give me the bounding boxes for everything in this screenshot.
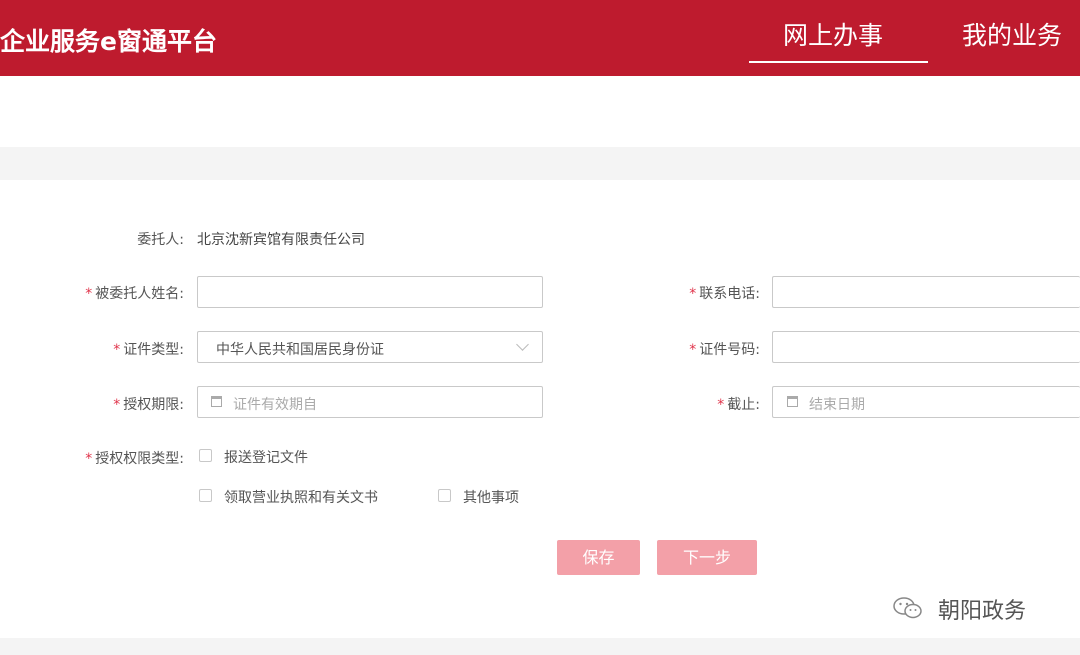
scope-option-other[interactable]: 其他事项 xyxy=(463,487,519,507)
period-label-text: 授权期限: xyxy=(123,397,184,413)
watermark-text: 朝阳政务 xyxy=(938,599,1027,624)
next-step-button[interactable]: 下一步 xyxy=(657,540,757,575)
required-mark: * xyxy=(85,451,93,467)
id-number-label: * 证件号码: xyxy=(640,339,760,359)
scope-option-collect-license[interactable]: 领取营业执照和有关文书 xyxy=(224,487,378,507)
scope-option-submit-docs[interactable]: 报送登记文件 xyxy=(224,447,308,467)
chevron-down-icon xyxy=(516,338,529,351)
required-mark: * xyxy=(689,342,697,358)
scope-checkbox-other[interactable] xyxy=(438,489,451,502)
calendar-icon xyxy=(787,396,798,407)
section-divider xyxy=(0,147,1080,180)
phone-label-text: 联系电话: xyxy=(699,286,760,302)
wechat-icon xyxy=(893,597,922,619)
principal-value: 北京沈新宾馆有限责任公司 xyxy=(197,232,365,248)
period-label: * 授权期限: xyxy=(60,394,184,414)
agent-name-label: * 被委托人姓名: xyxy=(40,283,184,303)
until-label-text: 截止: xyxy=(727,397,760,413)
scope-checkbox-submit-docs[interactable] xyxy=(199,449,212,462)
agent-name-label-text: 被委托人姓名: xyxy=(95,286,184,302)
phone-label: * 联系电话: xyxy=(640,283,760,303)
required-mark: * xyxy=(689,286,697,302)
scope-label-text: 授权权限类型: xyxy=(95,451,184,467)
agent-name-input[interactable] xyxy=(197,276,543,308)
id-number-label-text: 证件号码: xyxy=(699,342,760,358)
id-type-label: * 证件类型: xyxy=(60,339,184,359)
required-mark: * xyxy=(717,397,725,413)
until-label: * 截止: xyxy=(640,394,760,414)
calendar-icon xyxy=(211,396,222,407)
id-number-input[interactable] xyxy=(772,331,1080,363)
scope-checkbox-collect-license[interactable] xyxy=(199,489,212,502)
nav-online-service[interactable]: 网上办事 xyxy=(783,16,883,52)
nav-active-underline xyxy=(749,61,928,63)
scope-label: * 授权权限类型: xyxy=(40,448,184,468)
required-mark: * xyxy=(113,397,121,413)
period-end-date-input[interactable]: 结束日期 xyxy=(772,386,1080,418)
required-mark: * xyxy=(113,342,121,358)
footer-divider xyxy=(0,638,1080,655)
period-end-placeholder: 结束日期 xyxy=(809,397,865,413)
period-start-placeholder: 证件有效期自 xyxy=(233,397,317,413)
id-type-label-text: 证件类型: xyxy=(123,342,184,358)
save-button[interactable]: 保存 xyxy=(557,540,640,575)
top-header: 企业服务e窗通平台 网上办事 我的业务 xyxy=(0,0,1080,76)
principal-label: 委托人: xyxy=(137,232,184,248)
phone-input[interactable] xyxy=(772,276,1080,308)
nav-my-business[interactable]: 我的业务 xyxy=(962,16,1062,52)
platform-title: 企业服务e窗通平台 xyxy=(0,27,217,56)
required-mark: * xyxy=(85,286,93,302)
period-start-date-input[interactable]: 证件有效期自 xyxy=(197,386,543,418)
id-type-select[interactable]: 中华人民共和国居民身份证 xyxy=(197,331,543,363)
id-type-selected: 中华人民共和国居民身份证 xyxy=(216,342,384,358)
